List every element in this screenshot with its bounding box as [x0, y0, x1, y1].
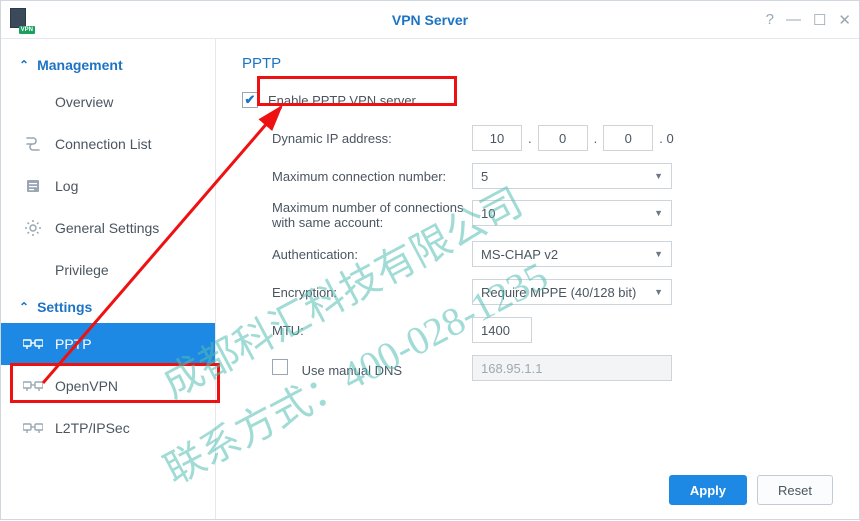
page-heading: PPTP — [242, 55, 833, 72]
app-icon: VPN — [9, 8, 33, 32]
section-header-settings[interactable]: ⌃ Settings — [1, 291, 215, 323]
close-icon[interactable]: ✕ — [838, 11, 851, 29]
enable-pptp-row: ✔ Enable PPTP VPN server — [242, 86, 833, 114]
sidebar-item-label: Connection List — [55, 136, 197, 152]
log-icon — [23, 176, 43, 196]
section-label-management: Management — [37, 57, 123, 73]
sidebar-item-openvpn[interactable]: OpenVPN — [1, 365, 215, 407]
sidebar-item-pptp[interactable]: PPTP — [1, 323, 215, 365]
chevron-down-icon: ▼ — [654, 171, 663, 181]
l2tp-icon — [23, 418, 43, 438]
manual-dns-label: Use manual DNS — [302, 363, 402, 378]
help-icon[interactable]: ? — [766, 11, 774, 28]
section-header-management[interactable]: ⌃ Management — [1, 49, 215, 81]
sidebar-item-label: Log — [55, 178, 197, 194]
openvpn-icon — [23, 376, 43, 396]
sidebar-item-label: L2TP/IPSec — [55, 420, 197, 436]
sidebar-item-label: PPTP — [55, 336, 197, 352]
sidebar-item-log[interactable]: Log — [1, 165, 215, 207]
max-conn-row: Maximum connection number: 5 ▼ — [242, 162, 833, 190]
ip-octet-3[interactable] — [603, 125, 653, 151]
max-conn-same-select[interactable]: 10 ▼ — [472, 200, 672, 226]
manual-dns-row: Use manual DNS — [242, 354, 833, 382]
privilege-icon — [23, 260, 43, 280]
max-conn-same-value: 10 — [481, 206, 495, 221]
sidebar-item-overview[interactable]: Overview — [1, 81, 215, 123]
sidebar-item-general-settings[interactable]: General Settings — [1, 207, 215, 249]
maximize-icon[interactable]: ☐ — [813, 11, 826, 29]
enc-value: Require MPPE (40/128 bit) — [481, 285, 636, 300]
mtu-row: MTU: — [242, 316, 833, 344]
chevron-down-icon: ▼ — [654, 208, 663, 218]
enc-label: Encryption: — [272, 285, 472, 300]
connection-list-icon — [23, 134, 43, 154]
overview-icon — [23, 92, 43, 112]
reset-button[interactable]: Reset — [757, 475, 833, 505]
titlebar: VPN VPN Server ? — ☐ ✕ — [1, 1, 859, 39]
dynamic-ip-label: Dynamic IP address: — [272, 131, 472, 146]
max-conn-value: 5 — [481, 169, 488, 184]
max-conn-label: Maximum connection number: — [272, 169, 472, 184]
max-conn-select[interactable]: 5 ▼ — [472, 163, 672, 189]
max-conn-same-label: Maximum number of connections with same … — [272, 200, 472, 230]
max-conn-same-row: Maximum number of connections with same … — [242, 200, 833, 230]
auth-label: Authentication: — [272, 247, 472, 262]
enc-select[interactable]: Require MPPE (40/128 bit) ▼ — [472, 279, 672, 305]
chevron-down-icon: ▼ — [654, 249, 663, 259]
enc-row: Encryption: Require MPPE (40/128 bit) ▼ — [242, 278, 833, 306]
mtu-input[interactable] — [472, 317, 532, 343]
manual-dns-label-wrap: Use manual DNS — [272, 359, 472, 378]
mtu-label: MTU: — [272, 323, 472, 338]
manual-dns-input — [472, 355, 672, 381]
window-title: VPN Server — [1, 12, 859, 28]
enable-pptp-checkbox[interactable]: ✔ — [242, 92, 258, 108]
auth-value: MS-CHAP v2 — [481, 247, 558, 262]
main-panel: PPTP ✔ Enable PPTP VPN server Dynamic IP… — [216, 39, 859, 519]
gear-icon — [23, 218, 43, 238]
auth-row: Authentication: MS-CHAP v2 ▼ — [242, 240, 833, 268]
sidebar-item-l2tp[interactable]: L2TP/IPSec — [1, 407, 215, 449]
sidebar-item-label: General Settings — [55, 220, 197, 236]
ip-octet-1[interactable] — [472, 125, 522, 151]
sidebar: ⌃ Management Overview Connection List Lo… — [1, 39, 216, 519]
minimize-icon[interactable]: — — [786, 11, 801, 28]
pptp-icon — [23, 334, 43, 354]
chevron-down-icon: ▼ — [654, 287, 663, 297]
sidebar-item-label: Privilege — [55, 262, 197, 278]
sidebar-item-connection-list[interactable]: Connection List — [1, 123, 215, 165]
chevron-up-icon: ⌃ — [19, 58, 29, 72]
section-label-settings: Settings — [37, 299, 92, 315]
sidebar-item-label: OpenVPN — [55, 378, 197, 394]
auth-select[interactable]: MS-CHAP v2 ▼ — [472, 241, 672, 267]
chevron-up-icon: ⌃ — [19, 300, 29, 314]
sidebar-item-label: Overview — [55, 94, 197, 110]
apply-button[interactable]: Apply — [669, 475, 747, 505]
dynamic-ip-row: Dynamic IP address: . . . 0 — [242, 124, 833, 152]
ip-octet-2[interactable] — [538, 125, 588, 151]
ip-octet-4-static: . 0 — [659, 131, 673, 146]
manual-dns-checkbox[interactable] — [272, 359, 288, 375]
sidebar-item-privilege[interactable]: Privilege — [1, 249, 215, 291]
enable-pptp-label: Enable PPTP VPN server — [268, 93, 416, 108]
